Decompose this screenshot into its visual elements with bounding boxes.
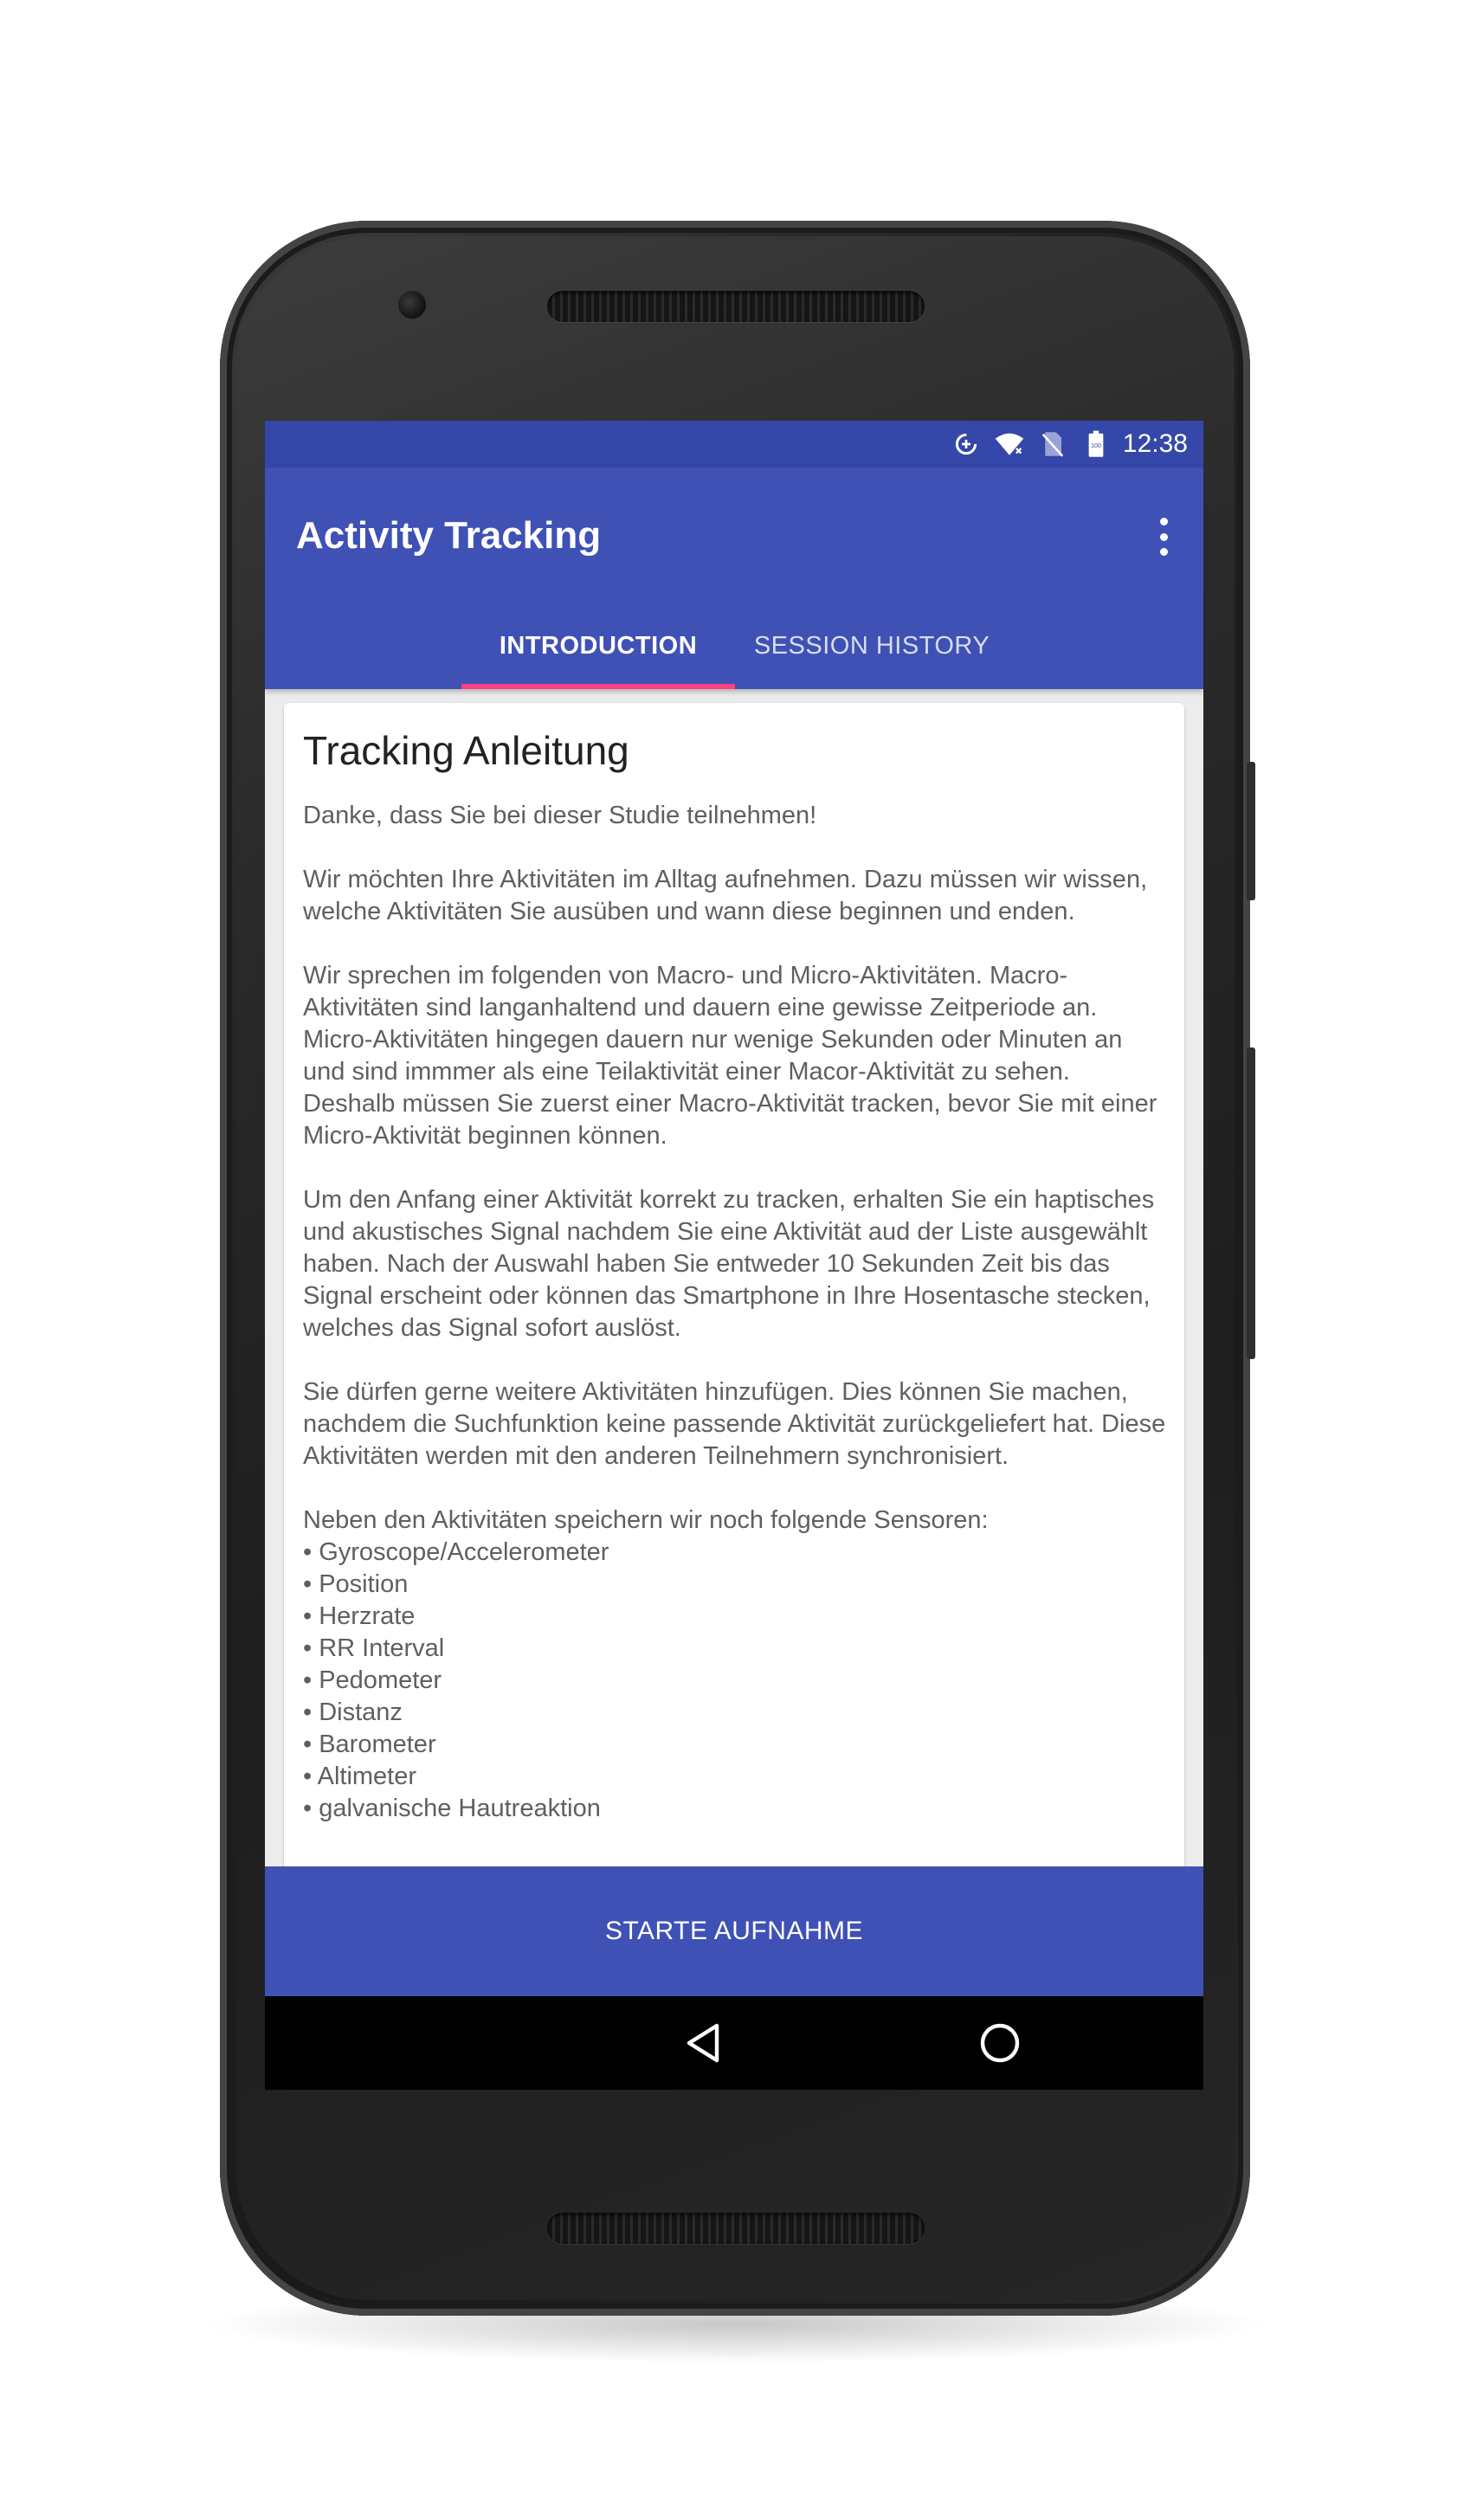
- tab-session-history[interactable]: SESSION HISTORY: [735, 603, 1009, 689]
- home-icon[interactable]: [974, 2017, 1026, 2069]
- phone-screen: 100 12:38 Activity Tracking INTRODUCTION…: [265, 421, 1203, 2090]
- paragraph-3: Um den Anfang einer Aktivität korrekt zu…: [303, 1186, 1155, 1342]
- more-vert-icon[interactable]: [1146, 511, 1181, 563]
- bottom-speaker: [547, 2213, 925, 2244]
- list-item: • Herzrate: [303, 1602, 416, 1630]
- front-camera: [398, 291, 426, 319]
- paragraph-1: Wir möchten Ihre Aktivitäten im Alltag a…: [303, 866, 1148, 925]
- list-item: • Altimeter: [303, 1763, 417, 1790]
- list-item: • RR Interval: [303, 1634, 445, 1662]
- list-item: • Distanz: [303, 1698, 403, 1726]
- list-item: • Pedometer: [303, 1666, 442, 1694]
- top-speaker: [547, 291, 925, 322]
- battery-icon: 100: [1081, 429, 1111, 459]
- no-sim-icon: [1038, 429, 1067, 459]
- navigation-bar: [265, 1996, 1203, 2090]
- tab-indicator: [461, 684, 735, 689]
- paragraph-4: Sie dürfen gerne weitere Aktivitäten hin…: [303, 1378, 1166, 1470]
- list-item: • Gyroscope/Accelerometer: [303, 1538, 609, 1566]
- sensors-intro: Neben den Aktivitäten speichern wir noch…: [303, 1506, 989, 1534]
- card-title: Tracking Anleitung: [303, 728, 629, 773]
- wifi-icon: [995, 429, 1024, 459]
- instructions-card[interactable]: Tracking Anleitung Danke, dass Sie bei d…: [284, 703, 1184, 1915]
- volume-button: [1247, 1047, 1255, 1359]
- tab-bar: INTRODUCTION SESSION HISTORY: [265, 603, 1203, 689]
- list-item: • galvanische Hautreaktion: [303, 1795, 601, 1822]
- paragraph-2: Wir sprechen im folgenden von Macro- und…: [303, 962, 1157, 1150]
- start-recording-button[interactable]: STARTE AUFNAHME: [265, 1866, 1203, 1996]
- tab-introduction[interactable]: INTRODUCTION: [461, 603, 735, 689]
- list-item: • Barometer: [303, 1730, 436, 1758]
- back-icon[interactable]: [677, 2017, 729, 2069]
- svg-text:100: 100: [1091, 443, 1101, 449]
- card-body: Danke, dass Sie bei dieser Studie teilne…: [303, 800, 1169, 1825]
- data-saver-icon: [951, 429, 981, 459]
- sensor-list: • Gyroscope/Accelerometer • Position • H…: [303, 1537, 1169, 1825]
- app-title: Activity Tracking: [296, 514, 602, 557]
- intro-text: Danke, dass Sie bei dieser Studie teilne…: [303, 802, 817, 829]
- status-time: 12:38: [1122, 429, 1188, 458]
- status-bar: 100 12:38: [265, 421, 1203, 467]
- app-bar: Activity Tracking INTRODUCTION SESSION H…: [265, 467, 1203, 689]
- list-item: • Position: [303, 1570, 409, 1598]
- power-button: [1247, 762, 1255, 900]
